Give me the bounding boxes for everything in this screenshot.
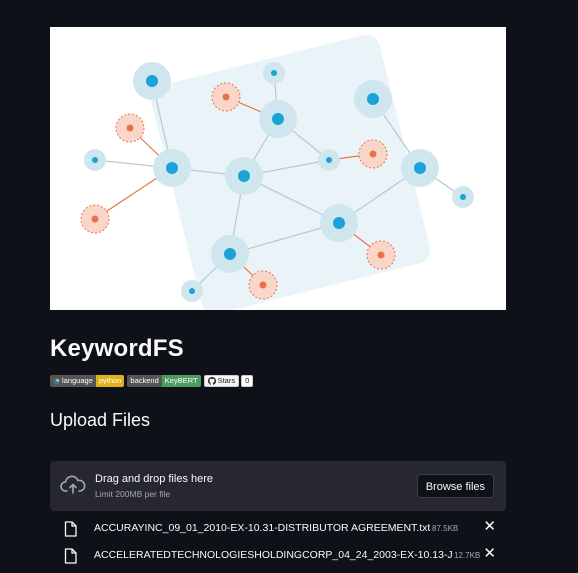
github-stars-label: Stars	[217, 376, 236, 385]
language-badge[interactable]: language python	[50, 375, 125, 387]
badge-label: language	[62, 376, 93, 385]
file-name: ACCURAYINC_09_01_2010-EX-10.31-DISTRIBUT…	[94, 522, 431, 534]
browse-files-button[interactable]: Browse files	[416, 474, 494, 498]
badge-row: language python backend KeyBERT Stars 0	[50, 375, 254, 387]
file-size: 12.7KB	[454, 551, 481, 560]
dropzone-limit: Limit 200MB per file	[95, 489, 171, 499]
cloud-upload-icon	[60, 475, 86, 494]
file-icon	[64, 548, 77, 564]
background-square	[151, 34, 431, 310]
github-icon	[207, 377, 216, 385]
hero-image	[50, 27, 506, 310]
section-title: Upload Files	[50, 410, 151, 430]
file-icon	[64, 521, 77, 537]
badge-value: python	[95, 375, 125, 387]
remove-file-button[interactable]: ✕	[483, 546, 496, 562]
github-stars-badge[interactable]: Stars 0	[203, 375, 254, 387]
backend-badge[interactable]: backend KeyBERT	[127, 375, 201, 387]
page-title: KeywordFS	[50, 335, 184, 362]
badge-label: backend	[127, 375, 162, 387]
file-dropzone[interactable]: Drag and drop files here Limit 200MB per…	[50, 461, 506, 511]
dropzone-instructions: Drag and drop files here	[95, 473, 214, 485]
github-stars-count: 0	[241, 375, 254, 387]
uploaded-file-row: ACCURAYINC_09_01_2010-EX-10.31-DISTRIBUT…	[50, 518, 506, 540]
file-size: 87.5KB	[432, 524, 459, 533]
network-graph-illustration	[80, 34, 474, 310]
file-name: ACCELERATEDTECHNOLOGIESHOLDINGCORP_04_24…	[94, 549, 452, 561]
uploaded-file-row: ACCELERATEDTECHNOLOGIESHOLDINGCORP_04_24…	[50, 545, 506, 567]
python-icon	[53, 377, 60, 385]
remove-file-button[interactable]: ✕	[483, 519, 496, 535]
badge-value: KeyBERT	[161, 375, 201, 387]
